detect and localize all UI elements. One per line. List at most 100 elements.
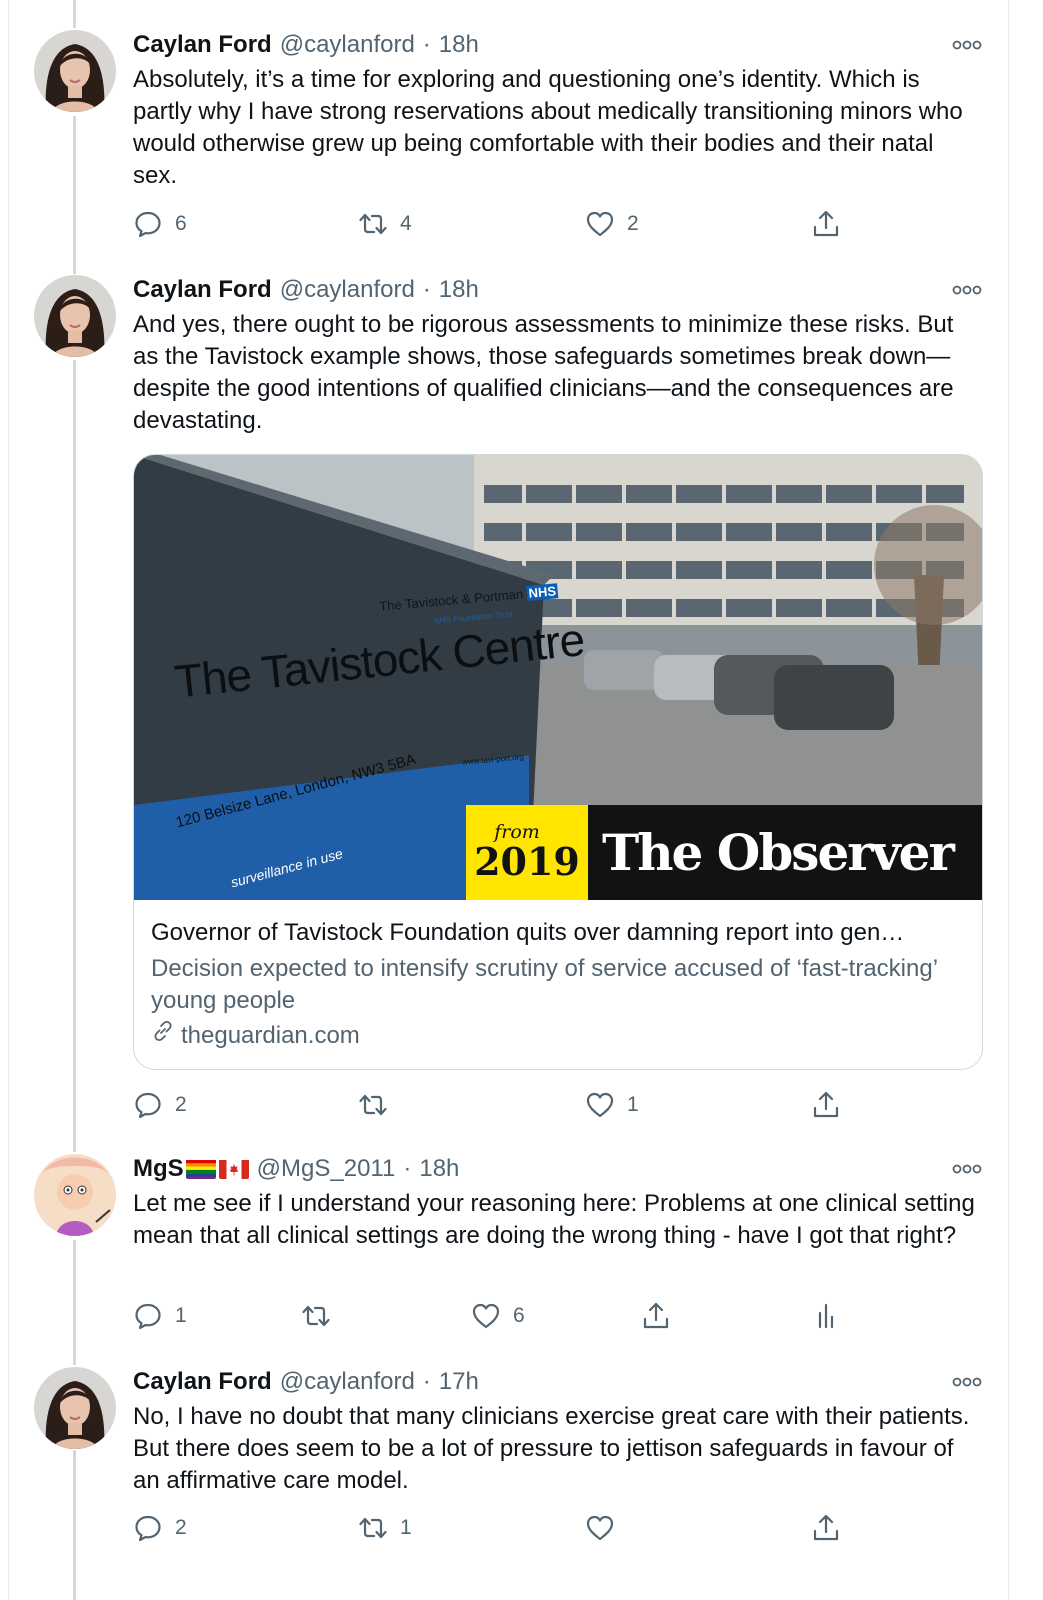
timestamp[interactable]: 17h: [439, 1368, 479, 1396]
link-card[interactable]: The Tavistock & Portman NHS NHS Foundati…: [133, 454, 983, 1070]
avatar-photo: [34, 275, 116, 357]
timestamp[interactable]: 18h: [439, 276, 479, 304]
more-icon[interactable]: [952, 275, 982, 305]
retweet-count: 4: [400, 212, 412, 235]
action-bar: 6 4 2: [133, 207, 983, 241]
avatar[interactable]: [34, 1154, 116, 1236]
timestamp[interactable]: 18h: [439, 31, 479, 59]
retweet-icon: [358, 209, 388, 239]
author-name[interactable]: Caylan Ford: [133, 1368, 272, 1396]
tweet-header: Caylan Ford @caylanford · 18h: [133, 30, 479, 60]
more-icon[interactable]: [952, 1154, 982, 1184]
analytics-button[interactable]: [811, 1299, 841, 1333]
nhs-logo: NHS: [526, 583, 559, 601]
timestamp[interactable]: 18h: [419, 1155, 459, 1183]
separator-dot: ·: [422, 276, 431, 303]
card-domain-text: theguardian.com: [181, 1021, 360, 1049]
like-button[interactable]: 6: [471, 1299, 525, 1333]
like-button[interactable]: 2: [585, 207, 639, 241]
badge-year: 2019: [474, 838, 580, 884]
card-domain[interactable]: theguardian.com: [151, 1019, 971, 1052]
action-bar: 2 1: [133, 1511, 983, 1545]
share-button[interactable]: [811, 207, 841, 241]
like-icon: [585, 209, 615, 239]
author-handle[interactable]: @caylanford: [280, 1368, 415, 1396]
retweet-count: 1: [400, 1516, 412, 1539]
retweet-button[interactable]: [358, 1088, 400, 1122]
avatar[interactable]: [34, 1367, 116, 1449]
tweet-text: Let me see if I understand your reasonin…: [133, 1190, 975, 1249]
tweet-header: MgS @MgS_2011 · 18h: [133, 1154, 459, 1184]
author-handle[interactable]: @MgS_2011: [257, 1155, 396, 1183]
thread-line: [73, 0, 76, 28]
reply-button[interactable]: 2: [133, 1511, 187, 1545]
share-icon: [811, 1090, 841, 1120]
retweet-icon: [358, 1090, 388, 1120]
share-button[interactable]: [811, 1088, 841, 1122]
canada-flag-icon: [218, 1159, 249, 1179]
author-name[interactable]: Caylan Ford: [133, 31, 272, 59]
like-icon: [471, 1301, 501, 1331]
year-badge: from 2019: [466, 805, 588, 900]
avatar[interactable]: [34, 30, 116, 112]
author-name[interactable]: MgS: [133, 1155, 184, 1183]
retweet-icon: [301, 1301, 331, 1331]
reply-button[interactable]: 1: [133, 1299, 187, 1333]
badge-from: from: [494, 820, 540, 843]
share-icon: [641, 1301, 671, 1331]
name-flags: [185, 1159, 249, 1179]
separator-dot: ·: [422, 1368, 431, 1395]
author-handle[interactable]: @caylanford: [280, 276, 415, 304]
retweet-button[interactable]: 1: [358, 1511, 412, 1545]
link-icon: [151, 1019, 181, 1052]
observer-logo: The Observer: [588, 805, 982, 900]
reply-button[interactable]: 2: [133, 1088, 187, 1122]
observer-banner: from 2019 The Observer: [466, 805, 982, 900]
thread-line: [73, 1240, 76, 1365]
reply-icon: [133, 209, 163, 239]
share-icon: [811, 1513, 841, 1543]
reply-count: 6: [175, 212, 187, 235]
reply-count: 1: [175, 1304, 187, 1327]
like-icon: [585, 1513, 615, 1543]
like-count: 1: [627, 1093, 639, 1116]
card-description: Decision expected to intensify scrutiny …: [151, 955, 938, 1014]
avatar-photo: [34, 30, 116, 112]
more-icon[interactable]: [952, 30, 982, 60]
tweet-text: Absolutely, it’s a time for exploring an…: [133, 66, 963, 189]
like-button[interactable]: [585, 1511, 627, 1545]
like-button[interactable]: 1: [585, 1088, 639, 1122]
card-text[interactable]: Governor of Tavistock Foundation quits o…: [151, 917, 971, 1052]
tweet-text: And yes, there ought to be rigorous asse…: [133, 311, 954, 434]
like-icon: [585, 1090, 615, 1120]
action-bar: 2 1: [133, 1088, 983, 1122]
thread-line: [73, 360, 76, 1152]
more-icon[interactable]: [952, 1367, 982, 1397]
card-title[interactable]: Governor of Tavistock Foundation quits o…: [151, 917, 966, 949]
tweet-header: Caylan Ford @caylanford · 18h: [133, 275, 479, 305]
author-handle[interactable]: @caylanford: [280, 31, 415, 59]
share-button[interactable]: [641, 1299, 671, 1333]
rainbow-flag-icon: [185, 1159, 216, 1179]
tweet-text: No, I have no doubt that many clinicians…: [133, 1403, 970, 1494]
like-count: 6: [513, 1304, 525, 1327]
thread-line: [73, 1450, 76, 1600]
avatar[interactable]: [34, 275, 116, 357]
tweet-header: Caylan Ford @caylanford · 17h: [133, 1367, 479, 1397]
retweet-button[interactable]: 4: [358, 207, 412, 241]
avatar-photo: [34, 1367, 116, 1449]
reply-count: 2: [175, 1516, 187, 1539]
retweet-icon: [358, 1513, 388, 1543]
share-button[interactable]: [811, 1511, 841, 1545]
like-count: 2: [627, 212, 639, 235]
card-image[interactable]: The Tavistock & Portman NHS NHS Foundati…: [134, 455, 982, 900]
reply-icon: [133, 1090, 163, 1120]
analytics-icon: [811, 1301, 841, 1331]
reply-count: 2: [175, 1093, 187, 1116]
reply-button[interactable]: 6: [133, 207, 187, 241]
retweet-button[interactable]: [301, 1299, 343, 1333]
share-icon: [811, 209, 841, 239]
reply-icon: [133, 1513, 163, 1543]
author-name[interactable]: Caylan Ford: [133, 276, 272, 304]
separator-dot: ·: [422, 31, 431, 58]
